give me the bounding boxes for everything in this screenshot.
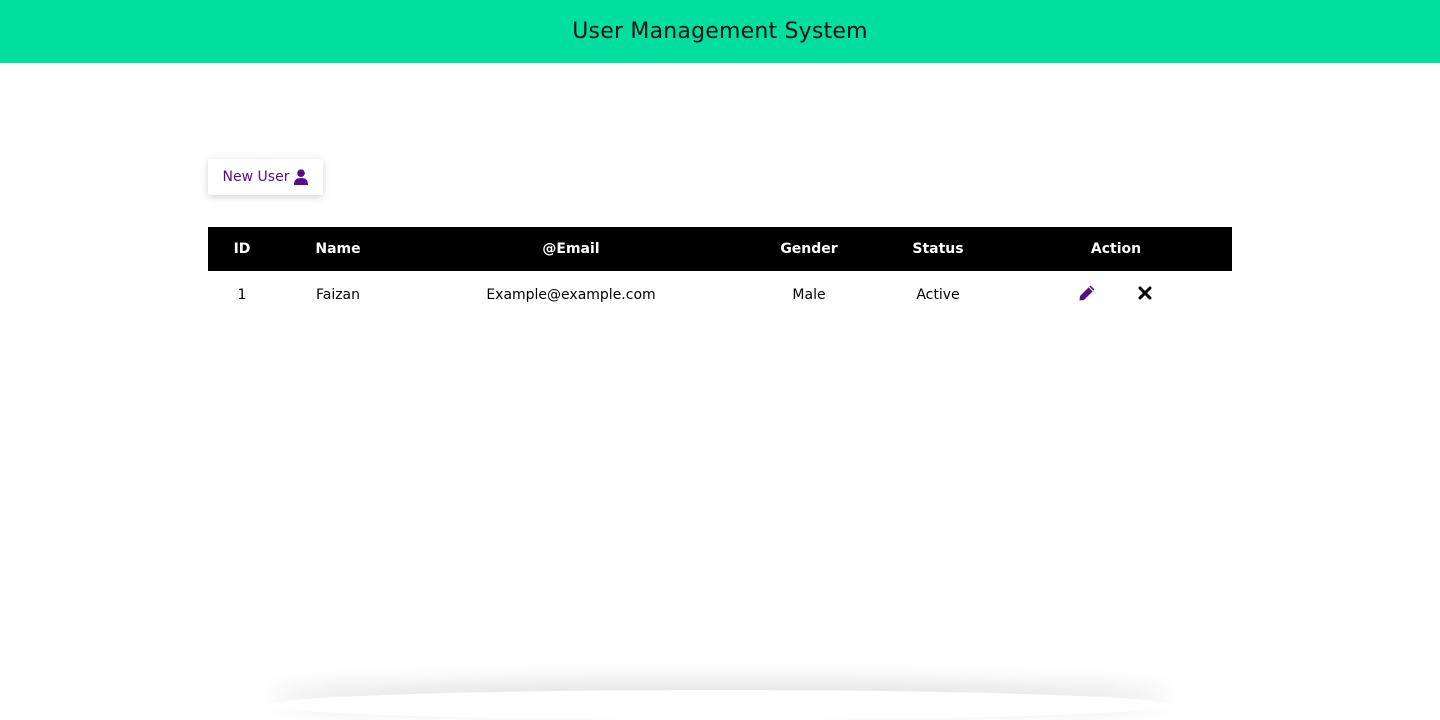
column-header-action: Action	[1090, 241, 1142, 257]
users-table: ID Name @Email Gender Status Action 1 Fa…	[208, 227, 1232, 319]
user-icon	[294, 169, 309, 185]
cell-name: Faizan	[315, 287, 361, 303]
page-title: User Management System	[572, 19, 868, 44]
pencil-icon	[1078, 284, 1096, 306]
new-user-label: New User	[222, 169, 290, 185]
table-header: ID Name @Email Gender Status Action	[208, 227, 1232, 271]
column-header-status: Status	[912, 241, 964, 257]
new-user-button[interactable]: New User	[208, 159, 323, 195]
column-header-id: ID	[233, 241, 251, 257]
app-header: User Management System	[0, 0, 1440, 63]
edit-button[interactable]	[1076, 284, 1098, 306]
cell-email: Example@example.com	[486, 287, 656, 303]
table-row: 1 Faizan Example@example.com Male Active	[208, 271, 1232, 319]
column-header-gender: Gender	[780, 241, 838, 257]
page-bottom-shadow	[270, 690, 1170, 720]
cell-actions	[1000, 271, 1232, 319]
cell-status: Active	[916, 287, 960, 303]
close-icon	[1138, 286, 1152, 304]
cell-gender: Male	[792, 287, 826, 303]
column-header-name: Name	[315, 241, 361, 257]
cell-id: 1	[237, 287, 247, 303]
column-header-email: @Email	[542, 241, 600, 257]
delete-button[interactable]	[1134, 284, 1156, 306]
